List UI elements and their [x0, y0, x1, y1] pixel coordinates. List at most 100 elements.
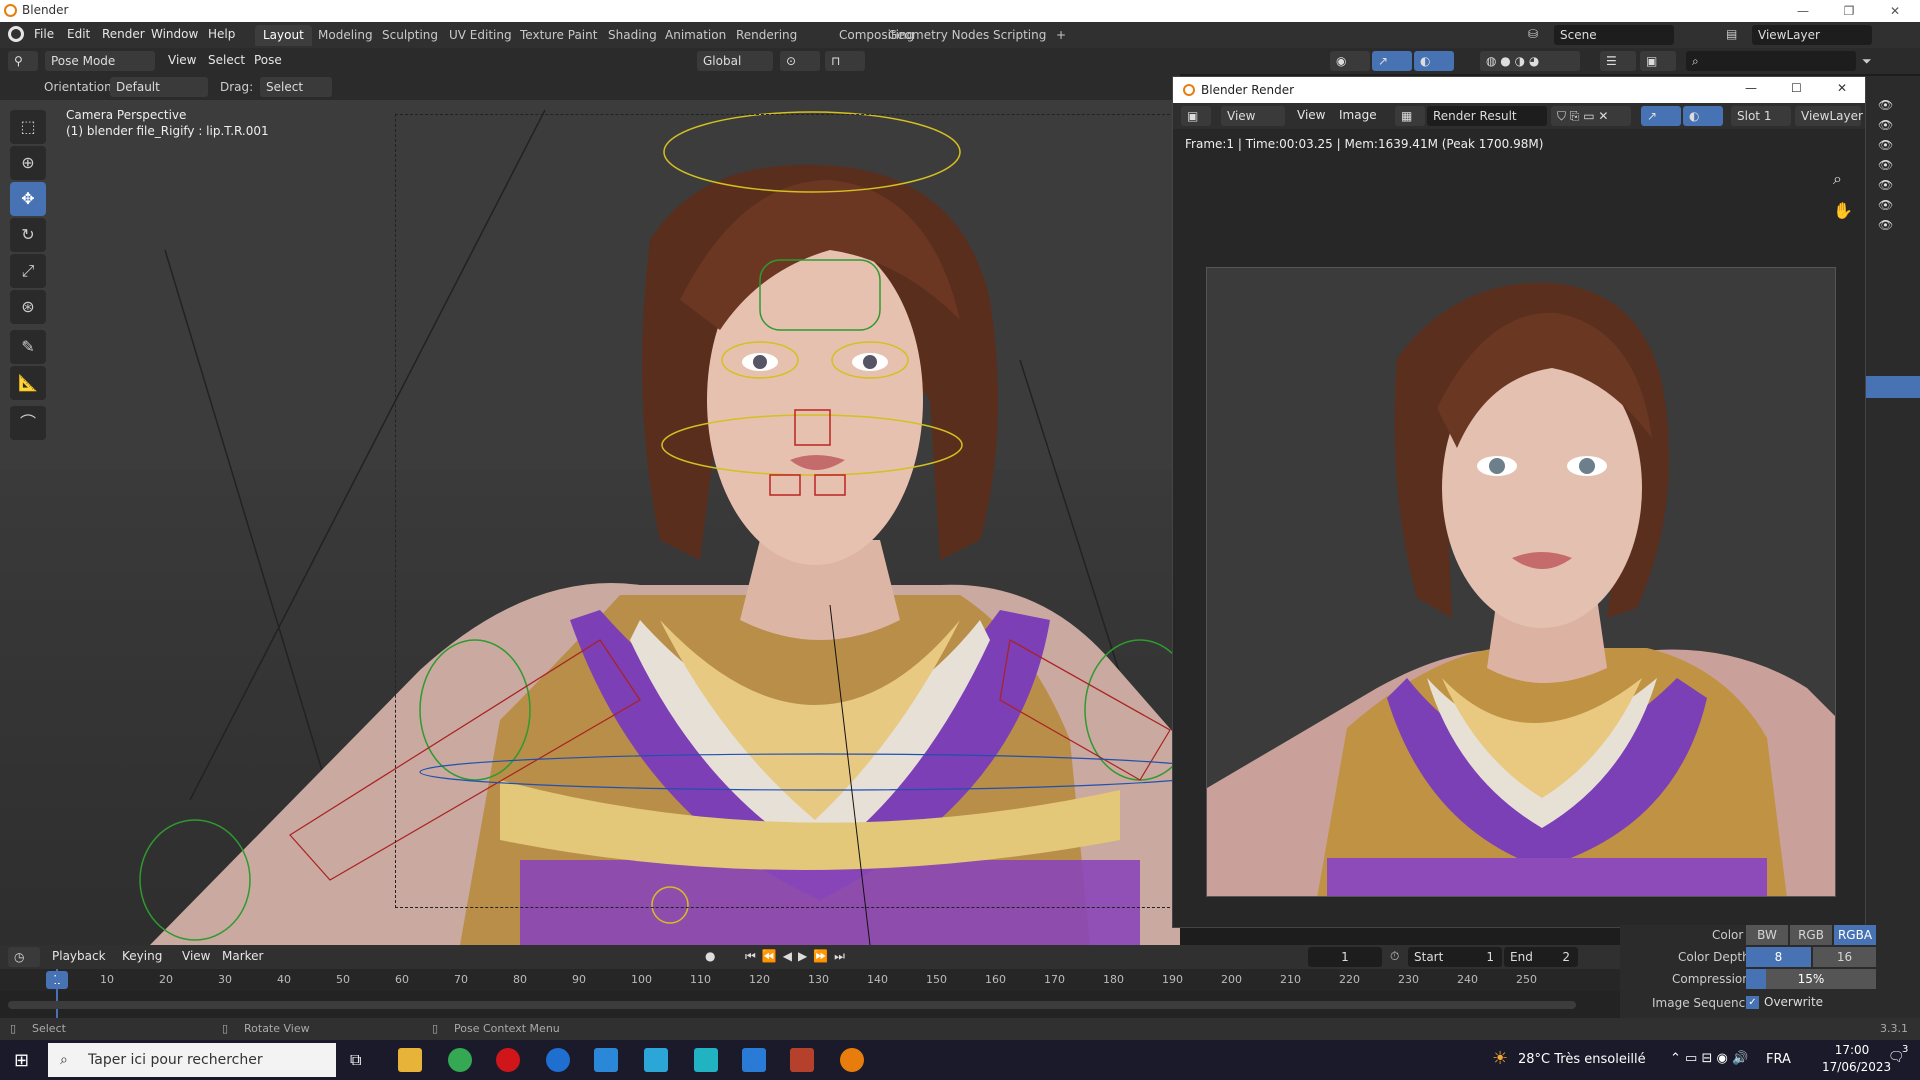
close-button[interactable]: ✕	[1872, 0, 1918, 22]
render-window[interactable]: Blender Render — ☐ ✕ ▣ View View Image ▦…	[1172, 76, 1866, 928]
visibility-eye-icon[interactable]: 👁	[1878, 98, 1893, 112]
menu-file[interactable]: File	[34, 27, 54, 41]
menu-help[interactable]: Help	[208, 27, 235, 41]
add-workspace-icon[interactable]: +	[1048, 25, 1074, 46]
visibility-eye-icon[interactable]: 👁	[1878, 198, 1893, 212]
mode-dropdown[interactable]: Pose Mode	[45, 51, 155, 71]
view-layer-icon[interactable]: ▤	[1726, 27, 1737, 41]
minimize-button[interactable]: —	[1780, 0, 1826, 22]
blender-menu-icon[interactable]	[8, 26, 24, 42]
clock-time[interactable]: 17:00	[1822, 1043, 1882, 1057]
color-rgb-option[interactable]: RGB	[1790, 925, 1832, 945]
maximize-button[interactable]: ❐	[1826, 0, 1872, 22]
gizmo-icon[interactable]: ↗	[1372, 51, 1412, 71]
playback-controls[interactable]: ⏮⏪◀▶⏩⏭	[745, 949, 851, 964]
render-minimize-button[interactable]: —	[1745, 81, 1757, 95]
tab-geometry-nodes[interactable]: Geometry Nodes	[880, 25, 997, 46]
overwrite-checkbox[interactable]: ✓	[1746, 996, 1759, 1009]
menu-view[interactable]: View	[1297, 108, 1325, 122]
shading-modes[interactable]: ◍ ● ◑ ◕	[1480, 51, 1580, 71]
visibility-eye-icon[interactable]: 👁	[1878, 158, 1893, 172]
3d-viewport[interactable]: Camera Perspective (1) blender file_Rigi…	[0, 100, 1180, 945]
file-explorer-icon[interactable]	[398, 1048, 422, 1072]
timeline[interactable]: ◷ Playback Keying View Marker ● ⏮⏪◀▶⏩⏭ 1…	[0, 945, 1620, 1019]
visibility-eye-icon[interactable]: 👁	[1878, 118, 1893, 132]
orientation-dropdown[interactable]: Default	[110, 77, 208, 97]
render-close-button[interactable]: ✕	[1837, 81, 1847, 95]
menu-select[interactable]: Select	[208, 53, 245, 67]
cursor-tool-icon[interactable]: ⊕	[10, 146, 46, 180]
select-box-tool-icon[interactable]: ⬚	[10, 110, 46, 144]
tab-rendering[interactable]: Rendering	[728, 25, 805, 46]
taskbar-search-input[interactable]: ⌕ Taper ici pour rechercher	[48, 1043, 336, 1077]
render-view-layer-dropdown[interactable]: ViewLayer	[1795, 106, 1863, 126]
outliner-display-icon[interactable]: ▣	[1640, 51, 1676, 71]
tab-uv-editing[interactable]: UV Editing	[441, 25, 520, 46]
tab-texture-paint[interactable]: Texture Paint	[512, 25, 605, 46]
view-layer-field[interactable]: ViewLayer	[1752, 25, 1872, 45]
color-rgba-option[interactable]: RGBA	[1834, 925, 1876, 945]
overlay-icon[interactable]: ◐	[1414, 51, 1454, 71]
store-icon[interactable]	[594, 1048, 618, 1072]
compression-slider[interactable]: 15%	[1746, 969, 1876, 989]
blender-taskbar-icon[interactable]	[840, 1048, 864, 1072]
tab-sculpting[interactable]: Sculpting	[374, 25, 446, 46]
menu-window[interactable]: Window	[151, 27, 198, 41]
visibility-eye-icon[interactable]: 👁	[1878, 178, 1893, 192]
menu-pose[interactable]: Pose	[254, 53, 282, 67]
visibility-icon[interactable]: ◉	[1330, 51, 1370, 71]
pan-hand-icon[interactable]: ✋	[1833, 201, 1853, 220]
filter-icon[interactable]: ⏷	[1862, 54, 1872, 69]
marker-menu[interactable]: Marker	[222, 949, 263, 963]
measure-tool-icon[interactable]: 📐	[10, 366, 46, 400]
tab-layout[interactable]: Layout	[255, 25, 312, 46]
outliner-editor-icon[interactable]: ☰	[1600, 51, 1636, 71]
tray-icons[interactable]: ⌃ ▭ ⊟ ◉ 🔊	[1670, 1051, 1748, 1066]
record-icon[interactable]: ●	[705, 949, 715, 963]
overlay-icon[interactable]: ◐	[1683, 106, 1723, 126]
ccleaner-icon[interactable]	[546, 1048, 570, 1072]
gizmo-icon[interactable]: ↗	[1641, 106, 1681, 126]
menu-edit[interactable]: Edit	[67, 27, 90, 41]
zoom-icon[interactable]: ⌕	[1833, 169, 1842, 189]
transform-orientation-dropdown[interactable]: Global	[697, 51, 773, 71]
slot-dropdown[interactable]: Slot 1	[1731, 106, 1791, 126]
image-actions[interactable]: ⛉ ⎘ ▭ ✕	[1551, 106, 1631, 126]
pivot-icon[interactable]: ⊙	[780, 51, 820, 71]
menu-image[interactable]: Image	[1339, 108, 1377, 122]
scene-field[interactable]: Scene	[1554, 25, 1674, 45]
clock-date[interactable]: 17/06/2023	[1822, 1060, 1891, 1074]
outliner-search-input[interactable]: ⌕	[1686, 51, 1856, 71]
tab-modeling[interactable]: Modeling	[310, 25, 381, 46]
timeline-body[interactable]	[0, 969, 1620, 1019]
chrome-icon[interactable]	[448, 1048, 472, 1072]
timeline-view-menu[interactable]: View	[182, 949, 210, 963]
bone-roll-tool-icon[interactable]: ⌒	[10, 406, 46, 440]
depth-16-option[interactable]: 16	[1813, 947, 1876, 967]
snap-icon[interactable]: ⊓	[825, 51, 865, 71]
scale-tool-icon[interactable]: ⤢	[10, 254, 46, 288]
task-view-icon[interactable]: ⧉	[350, 1050, 361, 1070]
tab-animation[interactable]: Animation	[657, 25, 734, 46]
opera-icon[interactable]	[496, 1048, 520, 1072]
render-image-area[interactable]: Frame:1 | Time:00:03.25 | Mem:1639.41M (…	[1173, 129, 1865, 927]
drag-dropdown[interactable]: Select Box	[260, 77, 332, 114]
weather-text[interactable]: 28°C Très ensoleillé	[1518, 1052, 1646, 1067]
menu-view[interactable]: View	[168, 53, 196, 67]
move-tool-icon[interactable]: ✥	[10, 182, 46, 216]
render-maximize-button[interactable]: ☐	[1791, 81, 1802, 95]
current-frame-field[interactable]: 1	[1308, 947, 1382, 967]
language-indicator[interactable]: FRA	[1766, 1052, 1791, 1067]
playback-menu[interactable]: Playback	[52, 949, 106, 963]
image-editor-type-icon[interactable]: ▣	[1181, 106, 1211, 126]
image-name-field[interactable]: Render Result	[1427, 106, 1547, 126]
windows-start-icon[interactable]: ⊞	[14, 1050, 29, 1071]
visibility-eye-icon[interactable]: 👁	[1878, 138, 1893, 152]
timeline-ruler[interactable]: 1 10203040506070809010011012013014015016…	[0, 969, 1620, 991]
stopwatch-icon[interactable]: ⏱	[1390, 949, 1399, 964]
end-frame-field[interactable]: End 2	[1504, 947, 1578, 967]
app-m2-icon[interactable]	[694, 1048, 718, 1072]
start-frame-field[interactable]: Start 1	[1408, 947, 1502, 967]
depth-8-option[interactable]: 8	[1746, 947, 1811, 967]
image-browse-icon[interactable]: ▦	[1395, 106, 1425, 126]
